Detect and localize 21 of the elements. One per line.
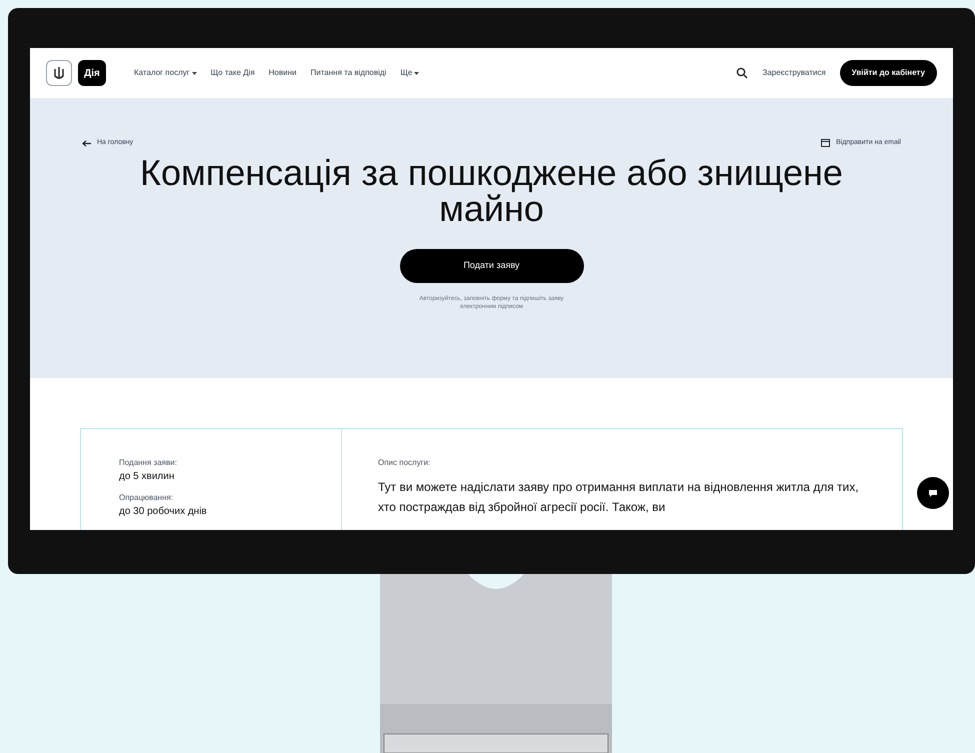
nav-link[interactable]: Новини	[268, 67, 296, 79]
search-icon[interactable]	[736, 67, 748, 79]
login-button[interactable]: Увійти до кабінету	[840, 60, 937, 86]
description-text: Тут ви можете надіслати заяву про отримання виплати на відновлення житла для тих, хто постраждав від збройної агресії росії. Також, ви	[378, 479, 860, 516]
arrow-left-icon	[82, 140, 91, 147]
register-link[interactable]: Зареєструватися	[762, 67, 826, 79]
nav-link[interactable]: Питання та відповіді	[310, 67, 386, 79]
chat-button[interactable]	[917, 477, 949, 509]
nav-link[interactable]: Каталог послуг	[134, 67, 197, 79]
fact-label: Опрацювання:	[119, 492, 174, 504]
fact-value: до 5 хвилин	[119, 470, 176, 484]
description-label: Опис послуги:	[378, 457, 432, 469]
apply-button[interactable]: Подати заяву	[400, 248, 584, 282]
chat-icon	[928, 488, 938, 498]
logo[interactable]: Дія	[78, 60, 106, 86]
nav-link[interactable]: Що таке Дія	[210, 67, 255, 79]
nav-link[interactable]: Ще	[400, 67, 420, 79]
fact-label: Подання заяви:	[119, 457, 178, 469]
fact-value: до 30 робочих днів	[119, 505, 208, 519]
emblem-icon	[46, 60, 72, 86]
page-title: Компенсація за пошкоджене або знищене майно	[139, 154, 844, 226]
